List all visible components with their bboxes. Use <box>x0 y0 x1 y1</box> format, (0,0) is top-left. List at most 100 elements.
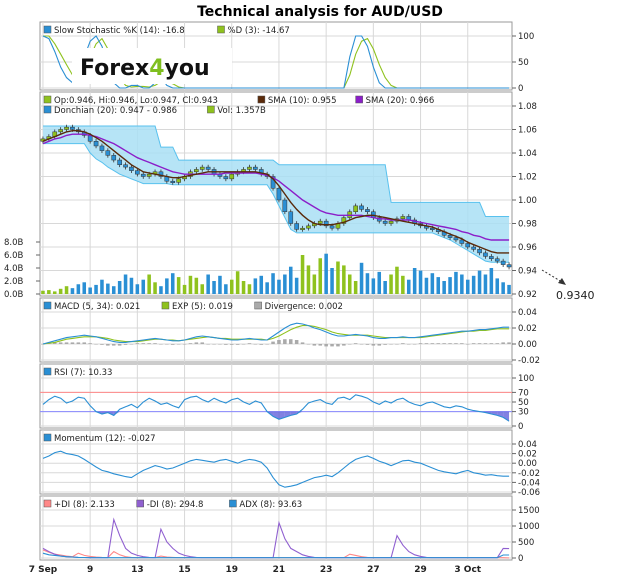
volume-bar <box>58 288 63 294</box>
divergence-bar <box>283 339 287 344</box>
volume-bar <box>283 274 287 294</box>
volume-bar <box>224 284 228 294</box>
volume-bar <box>507 284 511 294</box>
candle-body <box>388 220 394 224</box>
divergence-bar <box>135 343 140 344</box>
candle-body <box>247 166 252 170</box>
divergence-bar <box>76 342 81 344</box>
divergence-bar <box>454 343 458 344</box>
volume-bar <box>159 286 163 294</box>
candle-body <box>365 209 370 212</box>
divergence-bar <box>218 344 222 345</box>
divergence-bar <box>377 344 382 346</box>
candle-body <box>477 249 482 254</box>
volume-tick-label: 6.0B <box>4 251 24 261</box>
volume-bar <box>412 268 417 294</box>
volume-bar <box>218 275 222 294</box>
candle-body <box>453 237 459 241</box>
legend-label: EXP (5): 0.019 <box>172 302 233 312</box>
volume-bar <box>200 284 205 294</box>
annotation-price-label: 0.9340 <box>556 289 595 302</box>
dmi-panel-y-tick: 1000 <box>518 522 540 532</box>
legend-label: ADX (8): 93.63 <box>239 500 302 510</box>
legend-label: MACD (5, 34): 0.021 <box>54 302 140 312</box>
divergence-bar <box>212 344 216 345</box>
candle-body <box>105 150 111 156</box>
volume-bar <box>106 283 110 294</box>
volume-bar <box>495 278 500 294</box>
price-y-tick: 1.06 <box>518 126 537 136</box>
dotted-arrow-down-right <box>541 269 563 283</box>
price-y-tick: 0.92 <box>518 290 537 300</box>
candle-body <box>140 173 146 177</box>
candle-body <box>300 227 305 230</box>
divergence-bar <box>460 343 464 344</box>
volume-bar <box>82 282 87 294</box>
divergence-bar <box>448 343 452 344</box>
volume-bar <box>277 279 281 294</box>
legend-label: RSI (7): 10.33 <box>54 368 112 378</box>
candle-body <box>329 225 335 229</box>
volume-tick-label: 2.0B <box>4 277 24 287</box>
legend-swatch <box>207 105 215 114</box>
candle-body <box>229 173 235 180</box>
divergence-bar <box>495 343 500 344</box>
candle-body <box>382 220 388 224</box>
divergence-bar <box>206 344 210 345</box>
volume-bar <box>147 274 151 294</box>
volume-tick-label: 8.0B <box>4 238 24 248</box>
divergence-bar <box>412 344 417 345</box>
dmi-panel-y-tick: 0 <box>518 554 523 564</box>
divergence-bar <box>353 343 358 344</box>
momentum-panel-y-tick: 0.02 <box>518 450 537 460</box>
volume-bar <box>377 271 382 294</box>
candle-body <box>70 126 75 130</box>
divergence-bar <box>247 343 252 344</box>
volume-bar <box>70 288 75 294</box>
divergence-bar <box>100 344 104 345</box>
x-axis-label: 21 <box>273 565 286 575</box>
divergence-bar <box>395 344 399 345</box>
candle-body <box>282 199 288 212</box>
divergence-bar <box>241 344 246 345</box>
volume-bar <box>212 281 216 294</box>
volume-bar <box>235 271 240 294</box>
forex4you-logo: Forex4you <box>72 48 232 84</box>
divergence-bar <box>424 343 429 344</box>
volume-bar <box>206 274 210 294</box>
legend-swatch <box>229 499 237 508</box>
legend-label: Slow Stochastic %K (14): -16.8 <box>54 26 185 36</box>
volume-bar <box>271 273 275 294</box>
divergence-bar <box>442 343 446 344</box>
legend-swatch <box>43 105 52 114</box>
divergence-bar <box>182 344 187 345</box>
volume-bar <box>471 275 476 294</box>
volume-bar <box>76 284 81 294</box>
divergence-bar <box>129 344 134 345</box>
volume-bar <box>111 286 116 294</box>
volume-bar <box>294 277 299 294</box>
momentum-panel-y-tick: -0.02 <box>518 469 540 479</box>
arrow-head-icon <box>558 278 566 285</box>
legend-label: SMA (20): 0.966 <box>366 96 435 106</box>
divergence-bar <box>224 344 228 345</box>
divergence-bar <box>170 344 175 345</box>
volume-bar <box>259 275 264 294</box>
legend-swatch <box>43 499 52 508</box>
candle-body <box>471 246 476 250</box>
volume-bar <box>52 291 57 294</box>
divergence-bar <box>141 343 146 344</box>
divergence-bar <box>277 340 281 344</box>
candle-body <box>64 126 69 130</box>
volume-bar <box>501 282 505 294</box>
macd-y-tick: 0.02 <box>518 324 537 334</box>
x-axis-label: 27 <box>367 565 380 575</box>
volume-bar <box>424 277 429 294</box>
dmi-panel-y-tick: 1500 <box>518 506 540 516</box>
technical-analysis-chart: 100500Slow Stochastic %K (14): -16.8 %D (… <box>4 21 595 575</box>
volume-bar <box>330 268 334 294</box>
volume-bar <box>353 281 358 294</box>
x-axis-label: 7 Sep <box>29 565 58 575</box>
volume-bar <box>342 265 346 294</box>
volume-bar <box>489 268 494 294</box>
